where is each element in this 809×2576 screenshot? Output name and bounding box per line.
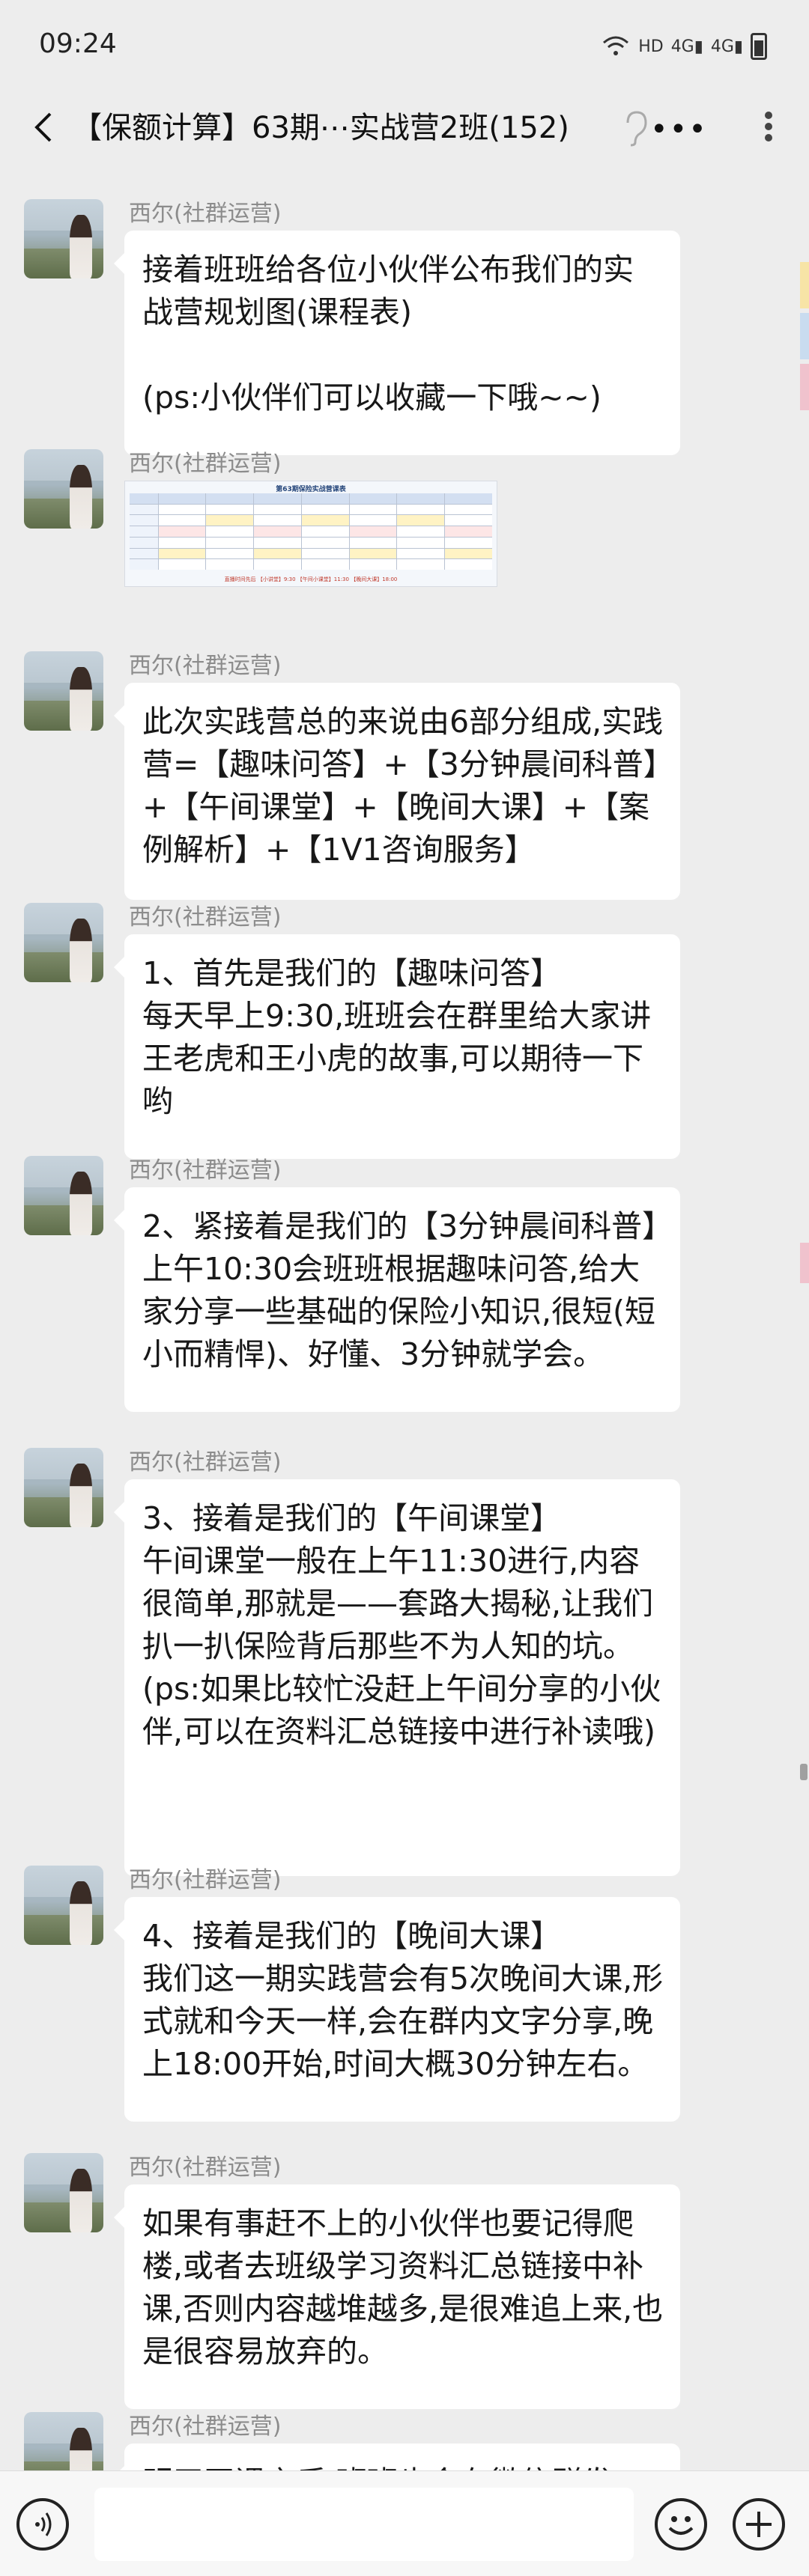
avatar[interactable]	[24, 199, 103, 278]
message-bubble[interactable]: 1、首先是我们的【趣味问答】 每天早上9:30,班班会在群里给大家讲王老虎和王小…	[114, 934, 680, 1159]
status-bar: 09:24 HD 4G▮ 4G▮	[0, 0, 809, 90]
avatar[interactable]	[24, 1156, 103, 1235]
sender-name: 西尔(社群运营)	[129, 451, 282, 477]
emoji-button[interactable]	[655, 2498, 707, 2551]
message-bubble[interactable]: 接着班班给各位小伙伴公布我们的实战营规划图(课程表) (ps:小伙伴们可以收藏一…	[114, 231, 680, 455]
sender-name: 西尔(社群运营)	[129, 653, 282, 679]
schedule-grid	[130, 493, 492, 570]
message-bubble[interactable]: 此次实践营总的来说由6部分组成,实践营=【趣味问答】+【3分钟晨间科普】+【午间…	[114, 683, 680, 900]
battery-icon	[751, 33, 767, 60]
avatar[interactable]	[24, 651, 103, 731]
message-text: 2、紧接着是我们的【3分钟晨间科普】上午10:30会班班根据趣味问答,给大家分享…	[142, 1208, 658, 1372]
avatar[interactable]	[24, 1448, 103, 1527]
side-mark-blue	[800, 313, 809, 359]
back-arrow-icon	[34, 112, 52, 142]
avatar[interactable]	[24, 1866, 103, 1945]
sender-name: 西尔(社群运营)	[129, 201, 282, 227]
input-bar	[0, 2470, 809, 2576]
signal-icon-2: 4G▮	[710, 37, 743, 56]
more-members-button[interactable]: •••	[650, 112, 708, 147]
side-mark-pink	[800, 364, 809, 410]
status-icons: HD 4G▮ 4G▮	[601, 33, 767, 60]
message-bubble[interactable]: 3、接着是我们的【午间课堂】 午间课堂一般在上午11:30进行,内容很简单,那就…	[114, 1479, 680, 1876]
sender-name: 西尔(社群运营)	[129, 1449, 282, 1476]
wifi-icon	[603, 36, 629, 55]
message-text: 接着班班给各位小伙伴公布我们的实战营规划图(课程表) (ps:小伙伴们可以收藏一…	[142, 252, 634, 415]
sender-name: 西尔(社群运营)	[129, 904, 282, 931]
sender-name: 西尔(社群运营)	[129, 2155, 282, 2181]
schedule-image[interactable]: 第63期保险实战营课表 直播时间先后 【小讲堂】9:30 【午间小课堂】11:3…	[124, 481, 497, 587]
signal-icon: 4G▮	[670, 37, 703, 56]
message-text: 3、接着是我们的【午间课堂】 午间课堂一般在上午11:30进行,内容很简单,那就…	[142, 1500, 661, 1750]
sender-name: 西尔(社群运营)	[129, 1157, 282, 1184]
voice-button[interactable]	[16, 2498, 69, 2551]
side-mark-pink-2	[800, 1243, 809, 1283]
avatar[interactable]	[24, 449, 103, 529]
back-button[interactable]	[21, 105, 66, 150]
chat-title: 【保额计算】63期⋯实战营2班(152)	[72, 111, 569, 145]
status-time: 09:24	[39, 28, 117, 59]
plus-button[interactable]	[733, 2498, 785, 2551]
schedule-image-footer: 直播时间先后 【小讲堂】9:30 【午间小课堂】11:30 【晚间大课】18:0…	[224, 576, 398, 582]
message-text: 1、首先是我们的【趣味问答】 每天早上9:30,班班会在群里给大家讲王老虎和王小…	[142, 955, 652, 1119]
schedule-image-title: 第63期保险实战营课表	[276, 486, 346, 493]
message-text: 4、接着是我们的【晚间大课】 我们这一期实践营会有5次晚间大课,形式就和今天一样…	[142, 1918, 664, 2082]
avatar[interactable]	[24, 903, 103, 982]
chat-menu-button[interactable]	[754, 108, 784, 150]
message-text: 如果有事赶不上的小伙伴也要记得爬楼,或者去班级学习资料汇总链接中补课,否则内容越…	[142, 2205, 664, 2369]
message-bubble[interactable]: 2、紧接着是我们的【3分钟晨间科普】上午10:30会班班根据趣味问答,给大家分享…	[114, 1187, 680, 1412]
sender-name: 西尔(社群运营)	[129, 2414, 282, 2440]
plus-icon	[746, 2512, 772, 2537]
side-mark-yellow	[800, 262, 809, 308]
scrollbar-thumb[interactable]	[800, 1764, 808, 1780]
network-label: HD	[638, 37, 664, 56]
title-bar: 【保额计算】63期⋯实战营2班(152) •••	[0, 90, 809, 165]
voice-icon	[35, 2512, 52, 2536]
emoji-icon	[668, 2516, 694, 2535]
avatar[interactable]	[24, 2153, 103, 2232]
message-bubble[interactable]: 如果有事赶不上的小伙伴也要记得爬楼,或者去班级学习资料汇总链接中补课,否则内容越…	[114, 2184, 680, 2409]
message-text: 此次实践营总的来说由6部分组成,实践营=【趣味问答】+【3分钟晨间科普】+【午间…	[142, 704, 664, 868]
message-input[interactable]	[94, 2488, 634, 2561]
sender-name: 西尔(社群运营)	[129, 1867, 282, 1893]
message-bubble[interactable]: 4、接着是我们的【晚间大课】 我们这一期实践营会有5次晚间大课,形式就和今天一样…	[114, 1897, 680, 2122]
ear-icon	[626, 111, 647, 147]
